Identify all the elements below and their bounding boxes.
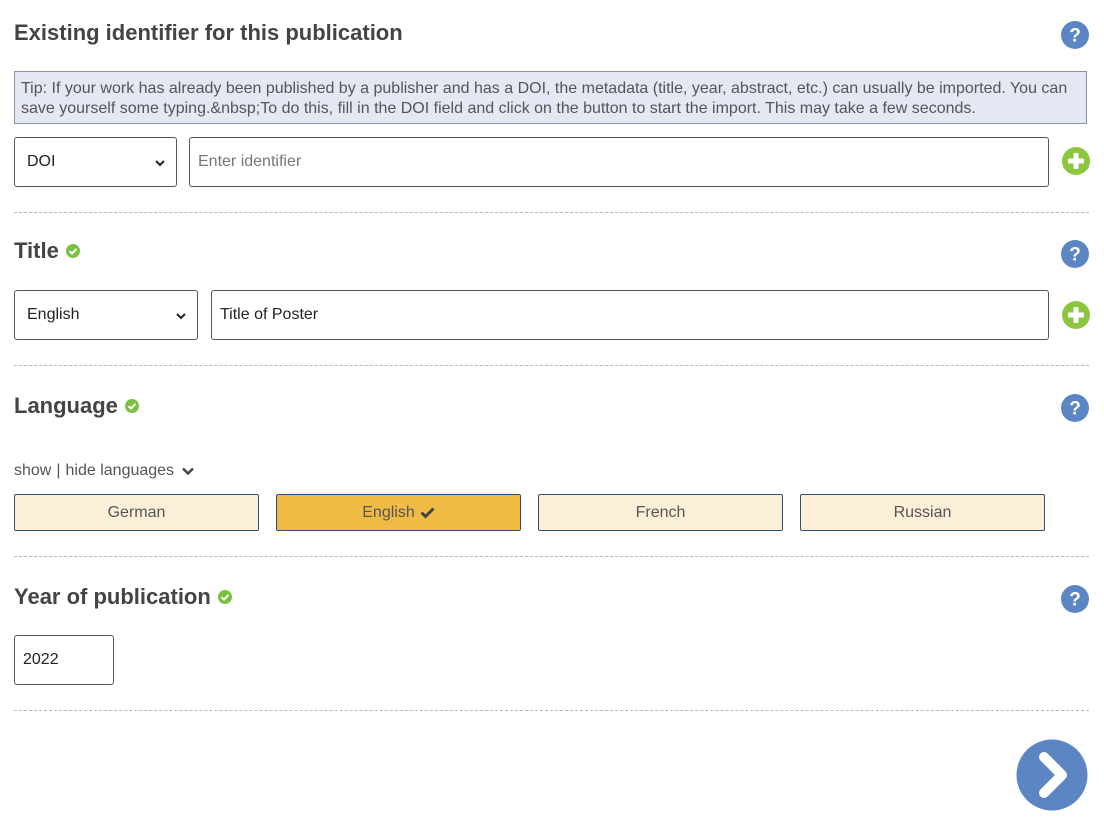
language-help-icon[interactable]: ?	[1061, 394, 1089, 422]
divider	[14, 710, 1089, 711]
language-section-label: Language	[14, 393, 118, 418]
year-section-title: Year of publication	[14, 584, 232, 610]
identifier-section-title: Existing identifier for this publication	[14, 20, 403, 46]
check-circle-icon	[124, 399, 139, 413]
identifier-help-icon[interactable]: ?	[1061, 21, 1089, 49]
doi-import-tip: Tip: If your work has already been publi…	[14, 71, 1087, 124]
chevron-down-icon	[155, 160, 165, 167]
language-option-french[interactable]: French	[538, 494, 783, 531]
language-option-russian[interactable]: Russian	[800, 494, 1045, 531]
svg-text:?: ?	[1069, 399, 1081, 420]
year-help-icon[interactable]: ?	[1061, 585, 1089, 613]
add-identifier-plus-icon[interactable]	[1061, 146, 1091, 176]
language-option-english[interactable]: English	[276, 494, 521, 531]
language-section-title: Language	[14, 393, 139, 419]
toggle-separator: |	[56, 462, 61, 479]
svg-text:?: ?	[1069, 245, 1081, 266]
language-option-german[interactable]: German	[14, 494, 259, 531]
identifier-input[interactable]	[189, 137, 1049, 187]
language-option-label: English	[362, 503, 415, 521]
title-language-value: English	[27, 306, 80, 323]
language-option-label: French	[635, 503, 686, 521]
show-hide-languages-toggle[interactable]: show | hide languages	[14, 462, 195, 480]
identifier-title-text: Existing identifier for this publication	[14, 20, 403, 45]
chevron-down-icon	[182, 467, 194, 476]
year-input[interactable]	[14, 635, 114, 685]
divider	[14, 212, 1089, 213]
title-help-icon[interactable]: ?	[1061, 240, 1089, 268]
identifier-type-value: DOI	[27, 153, 56, 170]
title-language-select[interactable]: English	[14, 290, 198, 340]
svg-text:?: ?	[1069, 590, 1081, 611]
title-section-title: Title	[14, 238, 80, 264]
identifier-type-select[interactable]: DOI	[14, 137, 177, 187]
hide-languages-link[interactable]: hide languages	[66, 462, 175, 480]
year-section-label: Year of publication	[14, 584, 211, 609]
next-chevron-right-icon[interactable]	[1016, 739, 1088, 811]
language-option-label: Russian	[893, 503, 952, 521]
check-circle-icon	[217, 590, 232, 604]
language-option-label: German	[107, 503, 166, 521]
add-title-plus-icon[interactable]	[1061, 300, 1091, 330]
title-input[interactable]	[211, 290, 1049, 340]
svg-text:?: ?	[1069, 26, 1081, 47]
chevron-down-icon	[176, 313, 186, 320]
divider	[14, 556, 1089, 557]
divider	[14, 365, 1089, 366]
show-languages-link[interactable]: show	[14, 462, 51, 480]
check-circle-icon	[65, 244, 80, 258]
title-section-label: Title	[14, 238, 59, 263]
check-icon	[420, 507, 435, 519]
